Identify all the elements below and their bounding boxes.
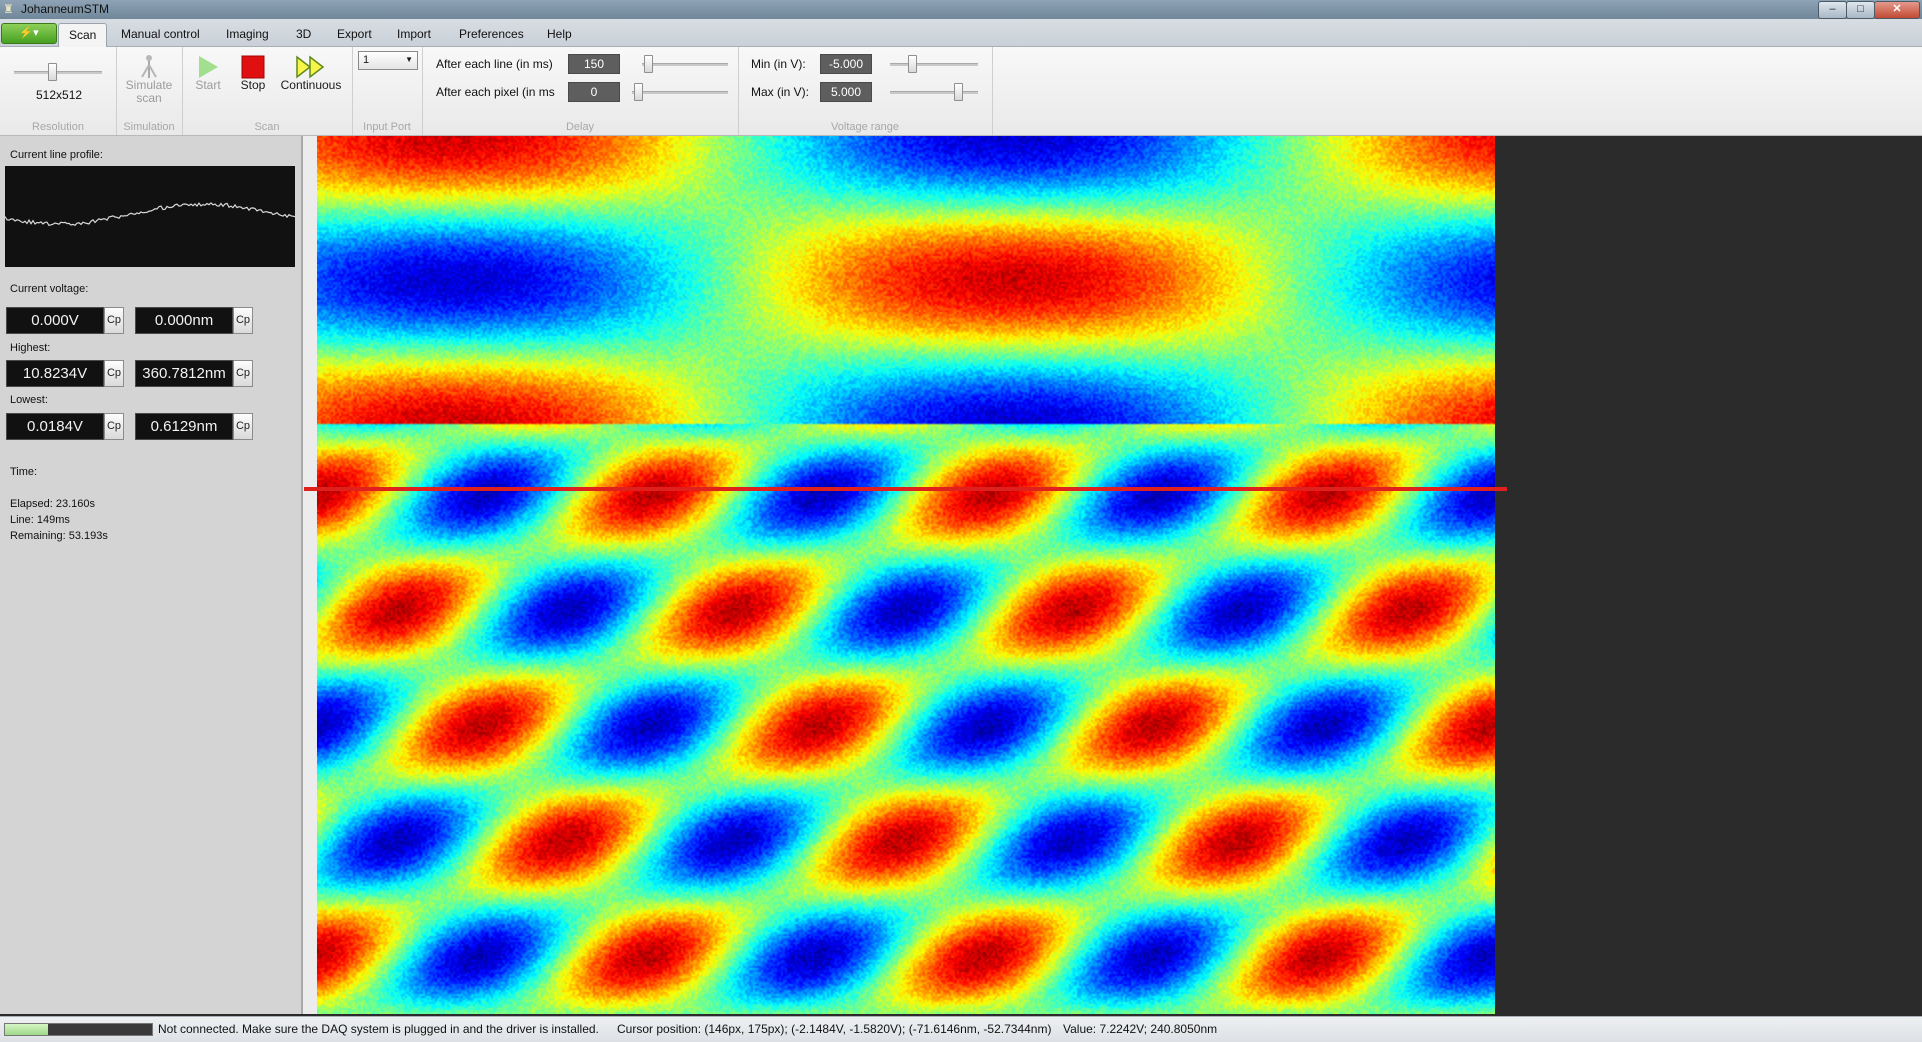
resolution-group-label: Resolution [0, 121, 116, 133]
delay-group-label: Delay [422, 121, 738, 133]
tab-scan[interactable]: Scan [58, 23, 107, 47]
window-title: JohanneumSTM [21, 2, 109, 16]
group-scan: Start Stop Continuous Scan [182, 47, 353, 135]
highest-label: Highest: [10, 342, 50, 354]
line-delay-slider-track[interactable] [642, 63, 728, 66]
title-bar: ♜ JohanneumSTM – □ ✕ [0, 0, 1922, 19]
app-menu-button[interactable]: ⚡▾ [1, 23, 57, 44]
line-profile-label: Current line profile: [10, 149, 103, 161]
group-resolution: 512x512 Resolution [0, 47, 117, 135]
chevron-down-icon: ▼ [405, 52, 413, 68]
connection-status: Not connected. Make sure the DAQ system … [158, 1022, 599, 1036]
continuous-label: Continuous [281, 78, 342, 92]
lowest-voltage-value: 0.0184V [6, 413, 104, 440]
group-delay: After each line (in ms) 150 After each p… [422, 47, 739, 135]
tab-3d[interactable]: 3D [286, 23, 321, 45]
remaining-time: Remaining: 53.193s [10, 530, 108, 542]
resolution-slider-track[interactable] [14, 71, 102, 74]
copy-highest-height-button[interactable]: Cp [233, 360, 253, 387]
input-port-group-label: Input Port [352, 121, 422, 133]
current-height-value: 0.000nm [135, 307, 233, 334]
min-voltage-slider-track[interactable] [890, 63, 978, 66]
highest-height-value: 360.7812nm [135, 360, 233, 387]
line-profile-plot [5, 166, 295, 267]
stop-button[interactable]: Stop [238, 55, 268, 92]
maximize-button[interactable]: □ [1846, 1, 1875, 19]
start-button[interactable]: Start [192, 55, 224, 92]
copy-lowest-voltage-button[interactable]: Cp [104, 413, 124, 440]
line-delay-field[interactable]: 150 [568, 54, 620, 74]
copy-lowest-height-button[interactable]: Cp [233, 413, 253, 440]
group-simulation: Simulate scan Simulation [116, 47, 183, 135]
input-port-value: 1 [363, 52, 369, 68]
highest-voltage-value: 10.8234V [6, 360, 104, 387]
continuous-icon [295, 55, 327, 79]
current-voltage-value: 0.000V [6, 307, 104, 334]
tab-manual-control[interactable]: Manual control [111, 23, 210, 45]
simulation-group-label: Simulation [116, 121, 182, 133]
stop-icon [241, 55, 265, 79]
line-delay-label: After each line (in ms) [436, 57, 553, 71]
start-label: Start [195, 78, 220, 92]
continuous-button[interactable]: Continuous [278, 55, 344, 92]
lowest-label: Lowest: [10, 394, 48, 406]
info-panel: Current line profile: Current voltage: 0… [0, 136, 303, 1014]
current-scan-line [304, 487, 1507, 491]
tab-help[interactable]: Help [537, 23, 582, 45]
max-voltage-slider-thumb[interactable] [954, 83, 963, 101]
cursor-position: Cursor position: (146px, 175px); (-2.148… [617, 1022, 1051, 1036]
min-voltage-field[interactable]: -5.000 [820, 54, 872, 74]
group-input-port: 1 ▼ Input Port [352, 47, 423, 135]
antenna-icon [138, 53, 160, 79]
tab-import[interactable]: Import [387, 23, 441, 45]
input-port-select[interactable]: 1 ▼ [358, 51, 418, 70]
scan-viewport-margin [303, 136, 317, 1014]
copy-current-voltage-button[interactable]: Cp [104, 307, 124, 334]
max-voltage-slider-track[interactable] [890, 91, 978, 94]
line-time: Line: 149ms [10, 514, 70, 526]
app-icon: ♜ [3, 2, 15, 16]
voltage-range-group-label: Voltage range [738, 121, 992, 133]
line-delay-slider-thumb[interactable] [644, 55, 653, 73]
resolution-value: 512x512 [36, 88, 82, 102]
group-voltage-range: Min (in V): -5.000 Max (in V): 5.000 Vol… [738, 47, 993, 135]
time-label: Time: [10, 466, 37, 478]
tab-export[interactable]: Export [327, 23, 382, 45]
lowest-height-value: 0.6129nm [135, 413, 233, 440]
pixel-delay-label: After each pixel (in ms [436, 85, 555, 99]
status-bar: Not connected. Make sure the DAQ system … [0, 1016, 1922, 1042]
scan-progress-fill [5, 1024, 48, 1035]
tab-imaging[interactable]: Imaging [216, 23, 279, 45]
cursor-value: Value: 7.2242V; 240.8050nm [1063, 1022, 1217, 1036]
resolution-slider-thumb[interactable] [48, 63, 57, 81]
scan-image[interactable] [317, 136, 1495, 1014]
current-voltage-label: Current voltage: [10, 283, 88, 295]
pixel-delay-slider-track[interactable] [632, 91, 728, 94]
copy-highest-voltage-button[interactable]: Cp [104, 360, 124, 387]
scan-progress-bar [4, 1023, 153, 1036]
tab-preferences[interactable]: Preferences [449, 23, 534, 45]
copy-current-height-button[interactable]: Cp [233, 307, 253, 334]
play-icon [197, 55, 219, 79]
pixel-delay-field[interactable]: 0 [568, 82, 620, 102]
max-voltage-field[interactable]: 5.000 [820, 82, 872, 102]
min-voltage-label: Min (in V): [751, 57, 806, 71]
max-voltage-label: Max (in V): [751, 85, 809, 99]
menu-bar: ⚡▾ Scan Manual control Imaging 3D Export… [0, 19, 1922, 47]
min-voltage-slider-thumb[interactable] [908, 55, 917, 73]
simulate-scan-label: Simulate scan [124, 79, 174, 105]
line-profile-trace [5, 203, 295, 226]
elapsed-time: Elapsed: 23.160s [10, 498, 95, 510]
scan-group-label: Scan [182, 121, 352, 133]
close-button[interactable]: ✕ [1874, 1, 1920, 19]
ribbon: 512x512 Resolution Simulate scan Simulat… [0, 47, 1922, 136]
simulate-scan-button[interactable]: Simulate scan [120, 53, 178, 105]
pixel-delay-slider-thumb[interactable] [634, 83, 643, 101]
minimize-button[interactable]: – [1818, 1, 1847, 19]
stop-label: Stop [241, 78, 266, 92]
